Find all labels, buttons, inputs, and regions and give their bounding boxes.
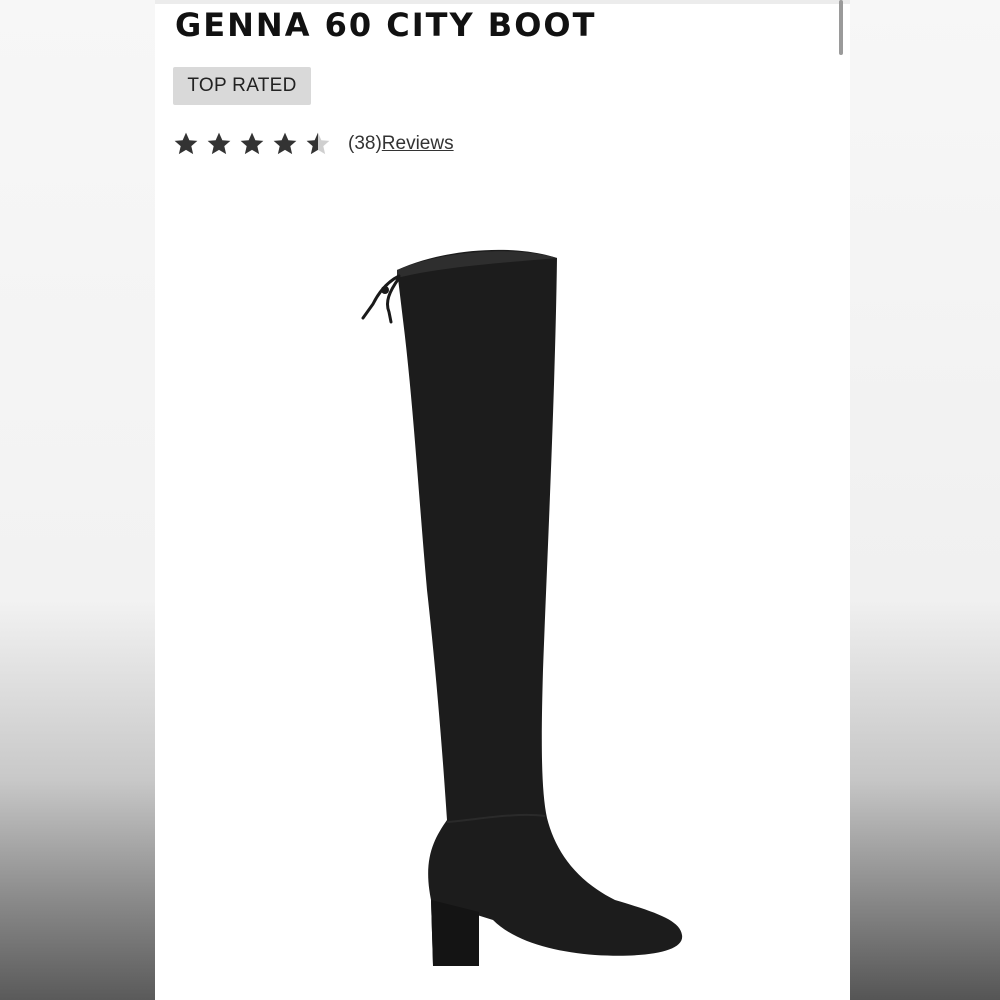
- top-divider: [155, 0, 850, 4]
- product-page: GENNA 60 CITY BOOT TOP RATED (38) Review…: [155, 0, 850, 1000]
- star-half-icon: [306, 132, 330, 155]
- product-title: GENNA 60 CITY BOOT: [175, 6, 597, 44]
- right-background: [850, 0, 1000, 1000]
- star-full-icon: [174, 132, 198, 155]
- review-count: (38): [348, 133, 382, 154]
- star-full-icon: [273, 132, 297, 155]
- drawstring-icon: [361, 274, 401, 324]
- rating-row: (38) Reviews: [173, 128, 454, 160]
- star-full-icon: [207, 132, 231, 155]
- star-full-icon: [240, 132, 264, 155]
- left-background: [0, 0, 155, 1000]
- scrollbar[interactable]: [839, 0, 843, 55]
- drawstring-knot-icon: [381, 286, 389, 294]
- reviews-link[interactable]: Reviews: [382, 133, 454, 155]
- star-rating[interactable]: [173, 131, 338, 157]
- boot-icon: [397, 249, 683, 965]
- top-rated-badge: TOP RATED: [173, 67, 311, 105]
- product-image[interactable]: [175, 200, 835, 990]
